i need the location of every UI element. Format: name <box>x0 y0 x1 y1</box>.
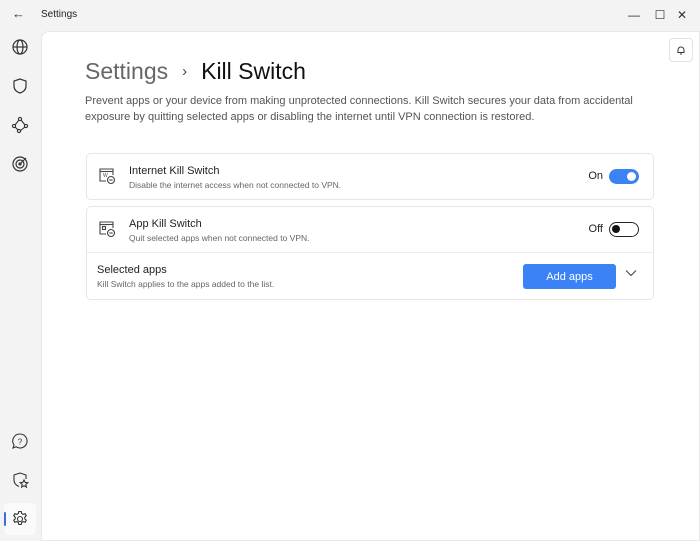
bell-icon <box>677 46 685 55</box>
globe-icon[interactable] <box>6 33 34 61</box>
shield-star-icon[interactable] <box>6 466 34 494</box>
internet-kill-switch-subtitle: Disable the internet access when not con… <box>129 180 342 190</box>
svg-text:?: ? <box>18 438 23 447</box>
app-kill-switch-subtitle: Quit selected apps when not connected to… <box>129 233 310 243</box>
help-icon[interactable]: ? <box>6 427 34 455</box>
app-kill-switch-card: App Kill Switch Quit selected apps when … <box>86 206 654 300</box>
gear-icon[interactable] <box>6 505 34 533</box>
app-block-icon <box>97 219 117 244</box>
internet-kill-switch-title: Internet Kill Switch <box>129 165 220 177</box>
minimize-button[interactable]: — <box>620 4 648 26</box>
internet-kill-switch-card: W Internet Kill Switch Disable the inter… <box>86 153 654 200</box>
back-button[interactable]: ← <box>12 6 25 21</box>
chevron-down-icon[interactable] <box>625 268 637 280</box>
app-kill-switch-state: Off <box>588 223 603 235</box>
window-title: Settings <box>41 9 78 20</box>
page-description: Prevent apps or your device from making … <box>85 95 633 123</box>
internet-kill-switch-toggle[interactable] <box>609 169 639 184</box>
add-apps-button[interactable]: Add apps <box>523 264 616 289</box>
selected-apps-subtitle: Kill Switch applies to the apps added to… <box>97 279 275 289</box>
selected-apps-title: Selected apps <box>97 264 167 276</box>
notifications-button[interactable] <box>669 38 693 62</box>
close-button[interactable]: ✕ <box>668 4 696 26</box>
shield-icon[interactable] <box>6 72 34 100</box>
chevron-right-icon: › <box>182 63 188 80</box>
nodes-icon[interactable] <box>6 111 34 139</box>
internet-block-icon: W <box>97 166 117 191</box>
breadcrumb: Settings › Kill Switch <box>85 58 306 85</box>
app-kill-switch-title: App Kill Switch <box>129 218 202 230</box>
app-kill-switch-toggle[interactable] <box>609 222 639 237</box>
breadcrumb-settings[interactable]: Settings <box>85 58 168 85</box>
svg-text:W: W <box>103 173 108 179</box>
page-title: Kill Switch <box>201 58 306 84</box>
target-icon[interactable] <box>6 150 34 178</box>
internet-kill-switch-state: On <box>588 170 603 182</box>
